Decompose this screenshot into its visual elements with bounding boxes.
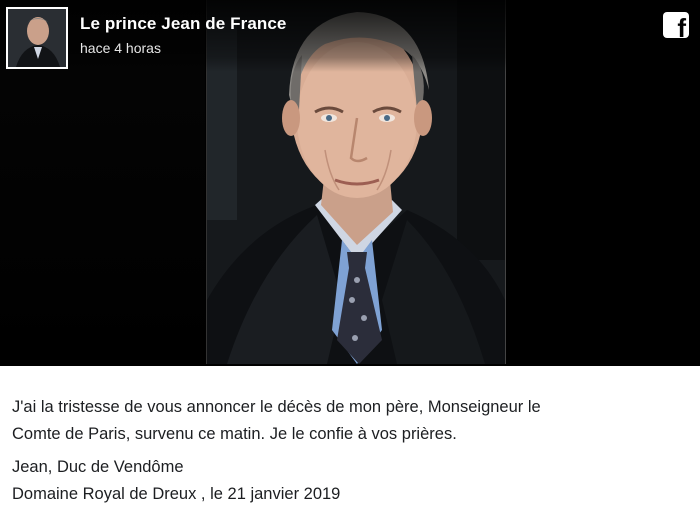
post-header: Le prince Jean de France hace 4 horas f (0, 0, 700, 72)
page-avatar[interactable] (6, 7, 68, 69)
facebook-icon[interactable]: f (663, 12, 689, 38)
message-line: J'ai la tristesse de vous annoncer le dé… (12, 398, 541, 416)
facebook-post: Le prince Jean de France hace 4 horas f … (0, 0, 700, 517)
message-line: Comte de Paris, survenu ce matin. Je le … (12, 425, 457, 443)
place-date: Domaine Royal de Dreux , le 21 janvier 2… (12, 485, 341, 503)
post-media[interactable]: Le prince Jean de France hace 4 horas f (0, 0, 700, 366)
signature: Jean, Duc de Vendôme (12, 458, 184, 476)
post-timestamp[interactable]: hace 4 horas (80, 40, 161, 56)
post-message: J'ai la tristesse de vous annoncer le dé… (12, 394, 692, 508)
page-name[interactable]: Le prince Jean de France (80, 14, 286, 34)
